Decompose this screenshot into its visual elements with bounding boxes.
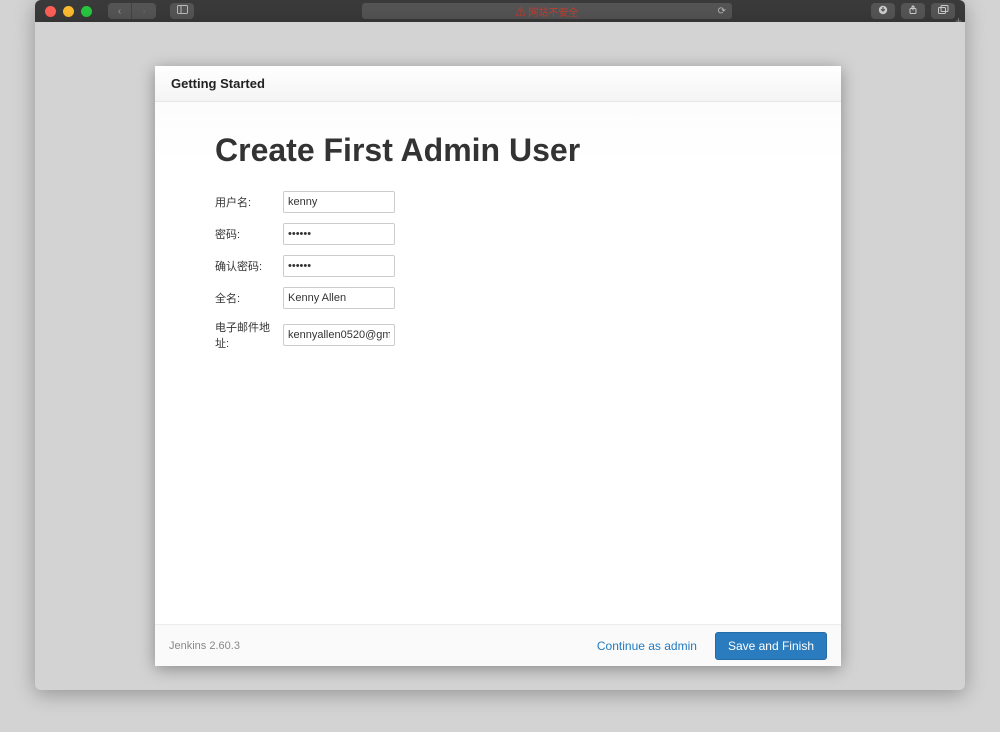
downloads-button[interactable]	[871, 3, 895, 19]
setup-wizard-panel: Getting Started Create First Admin User …	[155, 66, 841, 666]
tabs-icon	[938, 5, 949, 18]
sidebar-icon	[177, 5, 188, 17]
password-input[interactable]	[283, 223, 395, 245]
back-button[interactable]: ‹	[108, 3, 132, 19]
confirm-password-label: 确认密码:	[215, 258, 283, 274]
password-label: 密码:	[215, 226, 283, 242]
browser-toolbar: ‹ › ⚠ 网站不安全 ⟳ +	[35, 0, 965, 22]
form-row-confirm-password: 确认密码:	[215, 255, 781, 277]
share-button[interactable]	[901, 3, 925, 19]
close-window-button[interactable]	[45, 6, 56, 17]
download-icon	[878, 5, 888, 18]
form-row-password: 密码:	[215, 223, 781, 245]
minimize-window-button[interactable]	[63, 6, 74, 17]
maximize-window-button[interactable]	[81, 6, 92, 17]
fullname-label: 全名:	[215, 290, 283, 306]
toolbar-right	[871, 3, 955, 19]
sidebar-toggle-button[interactable]	[170, 3, 194, 19]
form-row-username: 用户名:	[215, 191, 781, 213]
save-and-finish-button[interactable]: Save and Finish	[715, 632, 827, 660]
address-text: ⚠ 网站不安全	[516, 4, 579, 19]
nav-buttons: ‹ ›	[108, 3, 156, 19]
version-text: Jenkins 2.60.3	[169, 640, 240, 652]
chevron-left-icon: ‹	[118, 6, 121, 17]
tabs-button[interactable]	[931, 3, 955, 19]
username-input[interactable]	[283, 191, 395, 213]
window-controls	[45, 6, 92, 17]
page-title: Create First Admin User	[215, 132, 781, 169]
form-row-fullname: 全名:	[215, 287, 781, 309]
address-bar[interactable]: ⚠ 网站不安全 ⟳	[362, 3, 732, 19]
forward-button[interactable]: ›	[132, 3, 156, 19]
wizard-header-title: Getting Started	[171, 76, 265, 91]
fullname-input[interactable]	[283, 287, 395, 309]
wizard-footer: Jenkins 2.60.3 Continue as admin Save an…	[155, 624, 841, 666]
refresh-icon[interactable]: ⟳	[718, 6, 726, 17]
share-icon	[908, 5, 918, 18]
username-label: 用户名:	[215, 194, 283, 210]
chevron-right-icon: ›	[142, 6, 145, 17]
wizard-header: Getting Started	[155, 66, 841, 102]
wizard-body: Create First Admin User 用户名: 密码: 确认密码: 全…	[155, 102, 841, 624]
email-label: 电子邮件地址:	[215, 319, 283, 351]
continue-as-admin-button[interactable]: Continue as admin	[587, 633, 707, 659]
email-input[interactable]	[283, 324, 395, 346]
form-row-email: 电子邮件地址:	[215, 319, 781, 351]
page-background: Getting Started Create First Admin User …	[35, 22, 965, 690]
confirm-password-input[interactable]	[283, 255, 395, 277]
